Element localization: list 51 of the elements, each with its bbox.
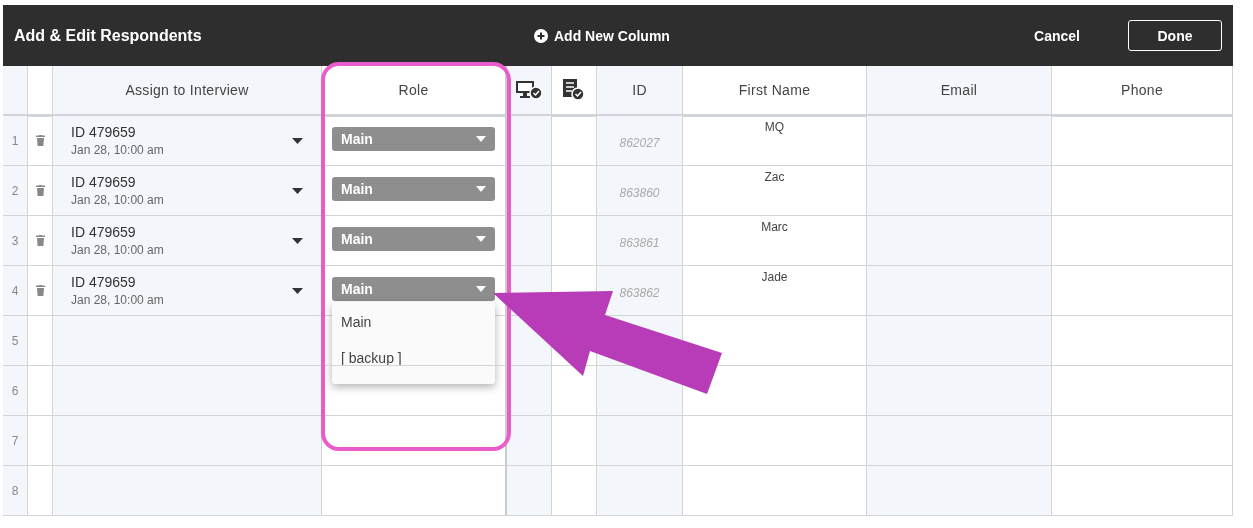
caret-icon bbox=[476, 136, 486, 142]
caret-icon[interactable] bbox=[292, 287, 303, 294]
plus-circle-icon bbox=[534, 28, 548, 43]
row-number: 3 bbox=[11, 233, 19, 248]
table-cell bbox=[507, 416, 552, 466]
interview-id: ID 479659 bbox=[71, 274, 137, 290]
row-number: 6 bbox=[11, 383, 19, 398]
trash-icon[interactable] bbox=[35, 185, 45, 196]
interview-date: Jan 28, 10:00 am bbox=[71, 293, 165, 307]
row-number: 2 bbox=[11, 183, 19, 198]
column-header[interactable]: Assign to Interview bbox=[53, 66, 322, 117]
interview-id: ID 479659 bbox=[71, 224, 137, 240]
row-number: 1 bbox=[11, 133, 19, 148]
menu-item[interactable]: Main bbox=[332, 306, 495, 342]
caret-icon bbox=[476, 286, 486, 292]
column-header[interactable]: Email bbox=[867, 66, 1052, 117]
dialog-title: Add & Edit Respondents bbox=[14, 26, 203, 45]
first-name: MQ bbox=[764, 120, 785, 136]
done-button[interactable]: Done bbox=[1128, 20, 1222, 51]
interview-date: Jan 28, 10:00 am bbox=[71, 193, 165, 207]
monitor-check-icon bbox=[516, 80, 542, 100]
caret-icon[interactable] bbox=[292, 187, 303, 194]
row-number: 5 bbox=[11, 333, 19, 348]
first-name: Jade bbox=[761, 270, 788, 286]
column-header[interactable]: Role bbox=[322, 66, 507, 117]
trash-icon[interactable] bbox=[35, 285, 45, 296]
interview-id: ID 479659 bbox=[71, 124, 137, 140]
column-header[interactable]: Phone bbox=[1052, 66, 1233, 117]
first-name: Marc bbox=[761, 220, 788, 236]
row-number: 8 bbox=[11, 483, 19, 498]
column-header[interactable]: ID bbox=[597, 66, 683, 117]
interview-id: ID 479659 bbox=[71, 174, 137, 190]
caret-icon bbox=[476, 236, 486, 242]
caret-icon[interactable] bbox=[292, 237, 303, 244]
trash-icon[interactable] bbox=[35, 135, 45, 146]
row-number: 7 bbox=[11, 433, 19, 448]
respondent-id: 863861 bbox=[619, 235, 660, 250]
row-number: 4 bbox=[11, 283, 19, 298]
interview-date: Jan 28, 10:00 am bbox=[71, 243, 165, 257]
respondent-id: 863860 bbox=[619, 185, 660, 200]
cancel-button[interactable]: Cancel bbox=[1034, 27, 1080, 44]
respondent-id: 862027 bbox=[619, 135, 660, 150]
list-check-icon bbox=[563, 79, 585, 101]
interview-date: Jan 28, 10:00 am bbox=[71, 143, 165, 157]
first-name: Zac bbox=[764, 170, 785, 186]
table-cell bbox=[507, 466, 552, 516]
add-column-button[interactable]: Add New Column bbox=[534, 27, 670, 44]
respondent-id: 863862 bbox=[619, 285, 660, 300]
caret-icon bbox=[476, 186, 486, 192]
trash-icon[interactable] bbox=[35, 235, 45, 246]
caret-icon[interactable] bbox=[292, 137, 303, 144]
